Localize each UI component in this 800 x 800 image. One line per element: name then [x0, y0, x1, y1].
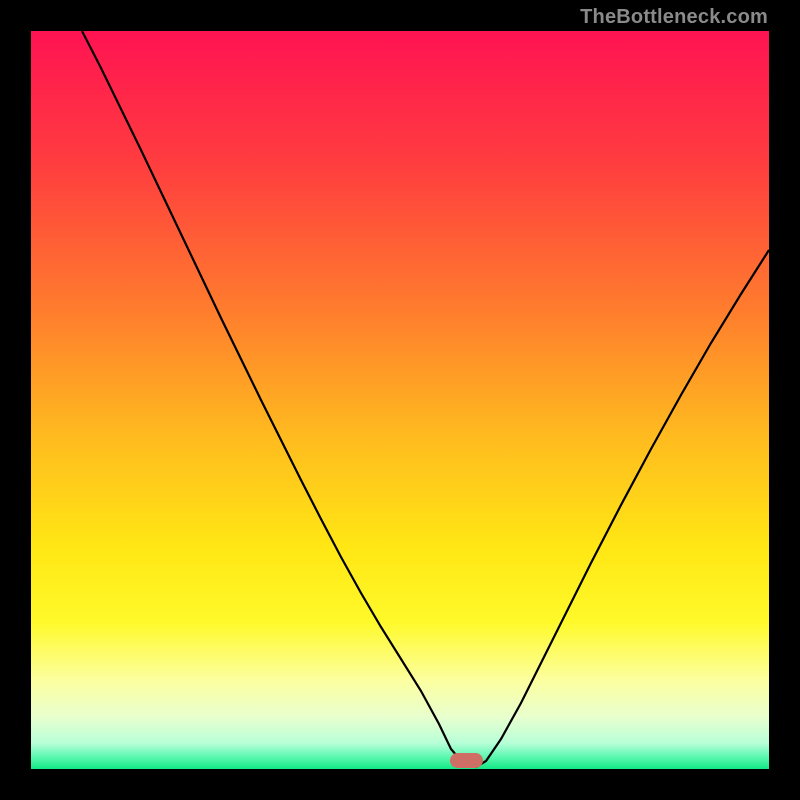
curve-path — [82, 31, 769, 767]
chart-frame: TheBottleneck.com — [0, 0, 800, 800]
plot-area — [31, 31, 769, 769]
bottleneck-curve — [31, 31, 769, 769]
watermark-text: TheBottleneck.com — [580, 6, 768, 29]
optimal-marker — [450, 753, 483, 768]
